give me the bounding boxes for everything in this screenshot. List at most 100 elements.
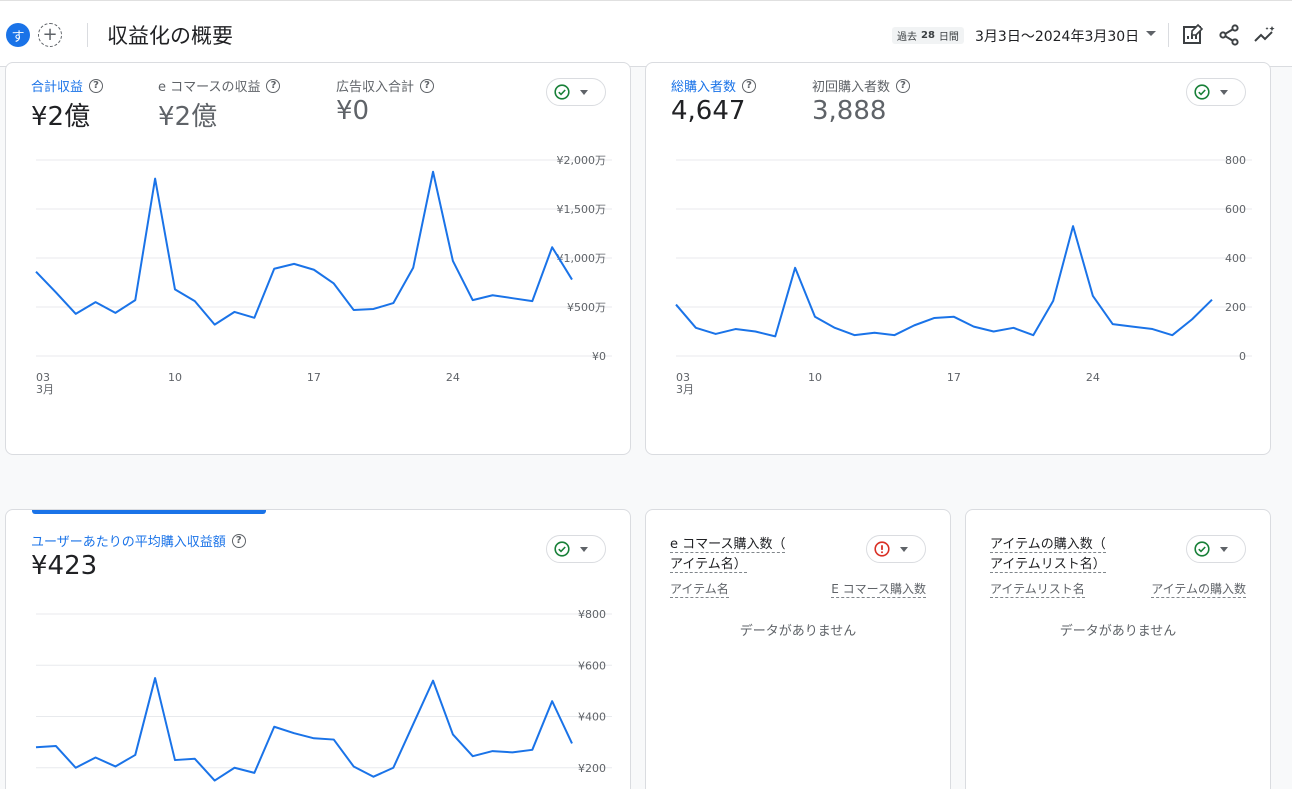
period-number: 28: [921, 30, 935, 41]
x-tick-label: 10: [808, 371, 822, 384]
column-header-item-name[interactable]: アイテム名: [670, 580, 729, 598]
x-tick-label: 17: [947, 371, 961, 384]
y-tick-label: ¥0: [592, 350, 606, 363]
x-tick-label: 24: [446, 371, 460, 384]
revenue-line-chart: ¥2,000万¥1,500万¥1,000万¥500万¥003 10 17 243月: [35, 154, 612, 396]
y-tick-label: ¥400: [578, 711, 606, 724]
x-tick-label: 17: [307, 371, 321, 384]
series-line: [35, 170, 573, 326]
card-title: アイテムの購入数（ アイテムリスト名）: [990, 535, 1106, 575]
help-icon[interactable]: ?: [420, 78, 435, 93]
chevron-down-icon: [1220, 89, 1228, 95]
metric-value: ¥2億: [158, 102, 218, 132]
y-tick-label: ¥600: [578, 659, 606, 672]
share-icon[interactable]: [1217, 23, 1241, 47]
check-circle-icon: [554, 84, 570, 100]
y-tick-label: 600: [1225, 203, 1246, 216]
header-divider: [87, 23, 88, 47]
x-tick-month-label: 3月: [36, 383, 54, 396]
avatar[interactable]: す: [6, 23, 30, 47]
y-tick-label: 400: [1225, 252, 1246, 265]
status-dropdown[interactable]: [866, 535, 926, 563]
title-line-2: アイテムリスト名）: [990, 557, 1106, 573]
y-tick-label: 800: [1225, 154, 1246, 167]
metric-label: ユーザーあたりの平均購入収益額: [31, 535, 226, 550]
metric-label: 総購入者数: [671, 80, 737, 95]
column-header-ecommerce-purchases[interactable]: E コマース購入数: [831, 580, 926, 598]
metric-tab-ecommerce-revenue[interactable]: e コマースの収益?: [158, 76, 281, 95]
metric-value: ¥0: [336, 96, 370, 126]
x-tick-month-label: 3月: [676, 383, 694, 396]
y-tick-label: 0: [1239, 350, 1246, 363]
metric-tab-first-time-purchasers[interactable]: 初回購入者数?: [812, 76, 911, 95]
x-tick-label: 10: [168, 371, 182, 384]
column-header-item-purchases[interactable]: アイテムの購入数: [1151, 580, 1246, 598]
metric-tab-avg-purchase-revenue[interactable]: ユーザーあたりの平均購入収益額?: [31, 531, 246, 550]
metric-label: 合計収益: [31, 80, 84, 95]
y-tick-label: ¥800: [578, 608, 606, 621]
period-chip: 過去 28 日間: [892, 27, 964, 44]
x-tick-label: 24: [1086, 371, 1100, 384]
help-icon[interactable]: ?: [896, 78, 911, 93]
revenue-card: 合計収益? ¥2億 e コマースの収益? ¥2億 広告収入合計? ¥0 ¥2,0…: [5, 62, 631, 455]
item-purchases-card: アイテムの購入数（ アイテムリスト名） アイテムリスト名 アイテムの購入数 デー…: [965, 509, 1271, 789]
metric-tab-total-revenue[interactable]: 合計収益?: [31, 76, 104, 95]
help-icon[interactable]: ?: [89, 78, 104, 93]
metric-label: e コマースの収益: [158, 80, 261, 95]
title-line-1: e コマース購入数（: [670, 537, 786, 553]
metric-label: 広告収入合計: [336, 80, 415, 95]
insights-icon[interactable]: [1253, 23, 1277, 47]
header-divider: [1168, 23, 1169, 47]
check-circle-icon: [1194, 541, 1210, 557]
title-line-1: アイテムの購入数（: [990, 537, 1106, 553]
purchasers-line-chart: 800600400200003 10 17 243月: [675, 154, 1252, 396]
chevron-down-icon: [1220, 546, 1228, 552]
customize-report-icon[interactable]: [1181, 23, 1205, 47]
column-header-item-list-name[interactable]: アイテムリスト名: [990, 580, 1085, 598]
status-dropdown[interactable]: [1186, 78, 1246, 106]
active-indicator: [32, 510, 266, 514]
add-comparison-button[interactable]: +: [38, 23, 62, 47]
y-tick-label: 200: [1225, 301, 1246, 314]
check-circle-icon: [1194, 84, 1210, 100]
metric-value: ¥423: [31, 551, 98, 581]
help-icon[interactable]: ?: [231, 533, 246, 548]
no-data-message: データがありません: [1059, 624, 1177, 639]
metric-label: 初回購入者数: [812, 80, 891, 95]
status-dropdown[interactable]: [546, 535, 606, 563]
chevron-down-icon: [580, 546, 588, 552]
card-title: e コマース購入数（ アイテム名）: [670, 535, 786, 575]
metric-value: 3,888: [812, 96, 887, 126]
period-prefix: 過去: [897, 32, 917, 43]
metric-value: 4,647: [671, 96, 746, 126]
chevron-down-icon[interactable]: [1146, 31, 1156, 36]
metric-tab-total-purchasers[interactable]: 総購入者数?: [671, 76, 757, 95]
check-circle-icon: [554, 541, 570, 557]
y-tick-label: ¥200: [578, 762, 606, 775]
purchasers-card: 総購入者数? 4,647 初回購入者数? 3,888 800 600 400 200 0…: [645, 62, 1271, 455]
y-tick-label: ¥2,000万: [557, 154, 607, 167]
y-tick-label: ¥500万: [567, 301, 606, 314]
avg-revenue-line-chart: ¥800 ¥600 ¥400 ¥200: [35, 608, 612, 782]
series-line: [35, 677, 573, 782]
chevron-down-icon: [900, 546, 908, 552]
period-suffix: 日間: [938, 32, 959, 43]
date-range-selector[interactable]: 3月3日～2024年3月30日: [975, 26, 1139, 46]
help-icon[interactable]: ?: [266, 78, 281, 93]
page-title: 収益化の概要: [107, 24, 233, 48]
ecommerce-purchases-card: e コマース購入数（ アイテム名） アイテム名 E コマース購入数 データがあり…: [645, 509, 951, 789]
y-tick-label: ¥1,000万: [557, 252, 607, 265]
series-line: [675, 225, 1213, 338]
top-header: す + 収益化の概要 過去 28 日間 3月3日～2024年3月30日: [0, 0, 1292, 67]
status-dropdown[interactable]: [1186, 535, 1246, 563]
status-dropdown[interactable]: [546, 78, 606, 106]
metric-tab-ad-revenue[interactable]: 広告収入合計?: [336, 76, 435, 95]
help-icon[interactable]: ?: [742, 78, 757, 93]
avg-revenue-card: ユーザーあたりの平均購入収益額? ¥423 ¥800 ¥600 ¥400 ¥200: [5, 509, 631, 789]
chevron-down-icon: [580, 89, 588, 95]
title-line-2: アイテム名）: [670, 557, 747, 573]
error-icon: [874, 541, 890, 557]
no-data-message: データがありません: [739, 624, 857, 639]
y-tick-label: ¥1,500万: [557, 203, 607, 216]
metric-value: ¥2億: [31, 102, 91, 132]
